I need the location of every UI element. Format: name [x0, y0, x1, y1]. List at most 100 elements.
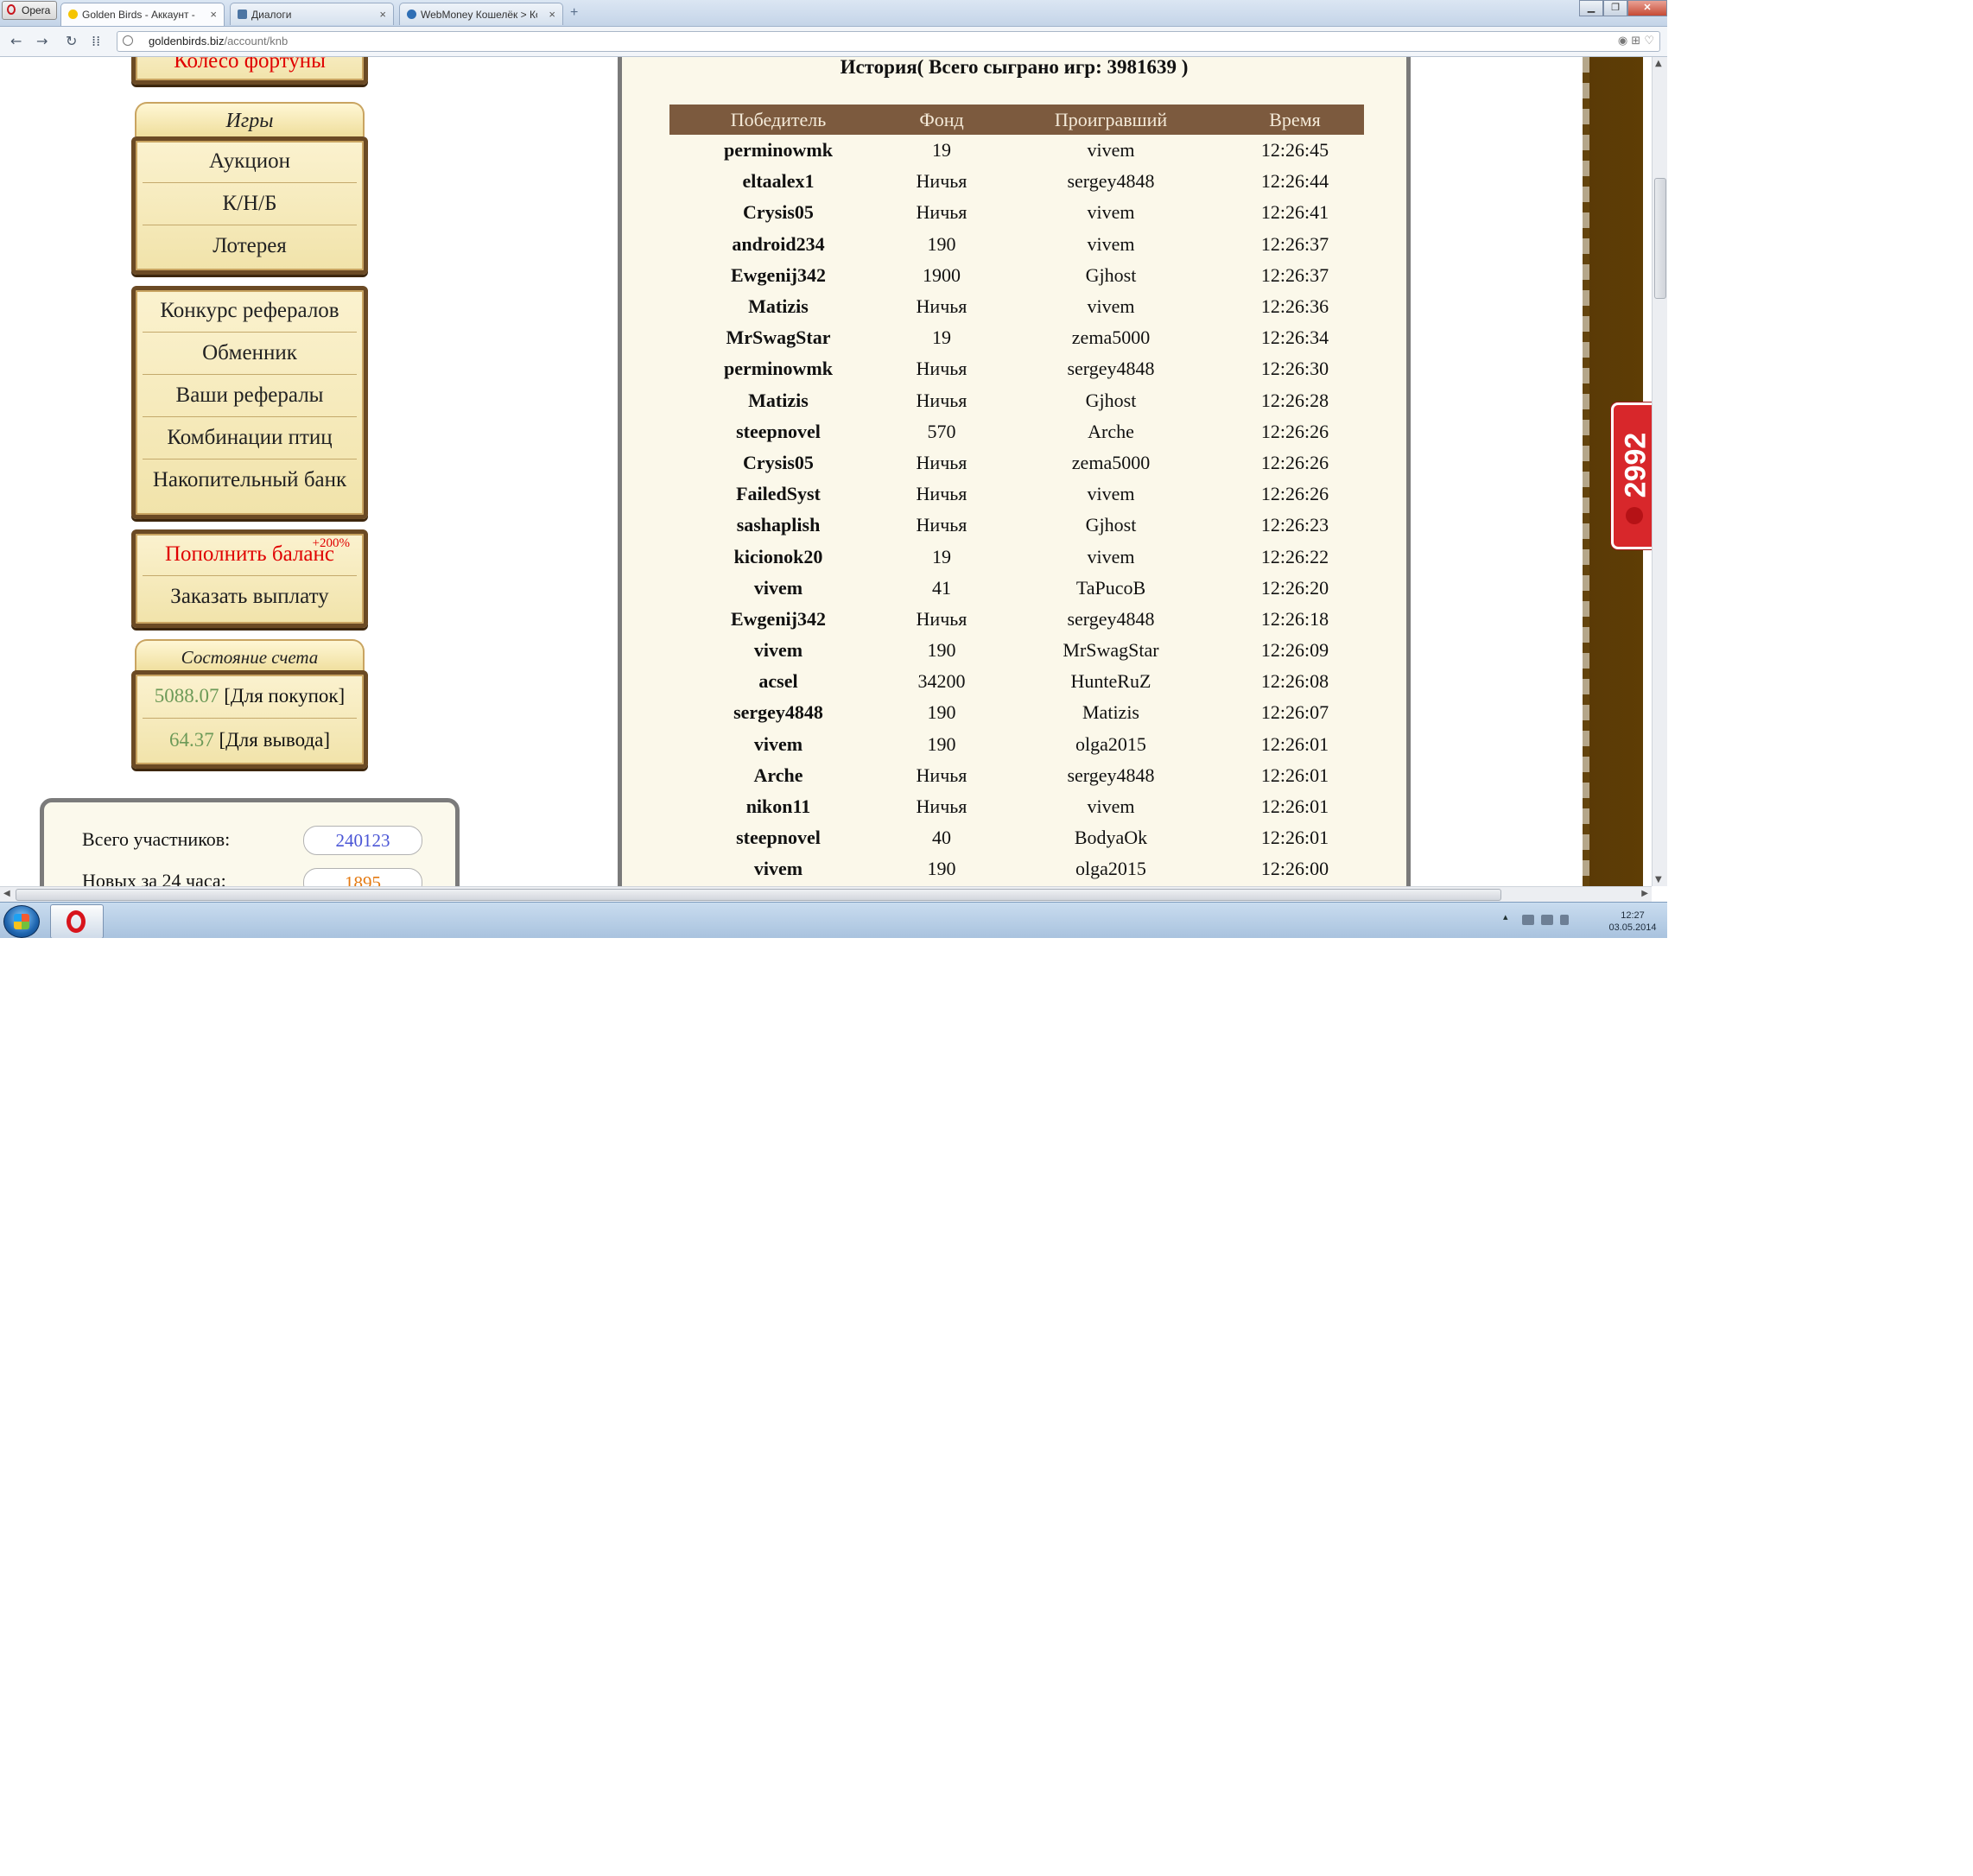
winner-cell[interactable]: vivem: [669, 573, 887, 604]
winner-cell[interactable]: steepnovel: [669, 822, 887, 853]
loser-cell[interactable]: Gjhost: [996, 260, 1226, 291]
loser-cell[interactable]: olga2015: [996, 729, 1226, 760]
close-tab-icon[interactable]: ×: [379, 8, 386, 21]
back-arrow-icon[interactable]: ←: [10, 33, 22, 49]
network-icon[interactable]: [1541, 915, 1553, 925]
winner-cell[interactable]: acsel: [669, 666, 887, 697]
winner-cell[interactable]: Matizis: [669, 291, 887, 322]
winner-cell[interactable]: nikon11: [669, 791, 887, 822]
winner-cell[interactable]: Crysis05: [669, 447, 887, 479]
close-tab-icon[interactable]: ×: [210, 8, 217, 21]
menu-item-deposit[interactable]: Пополнить баланс +200%: [143, 534, 357, 576]
column-winner: Победитель: [669, 105, 887, 135]
winner-cell[interactable]: Ewgenij342: [669, 604, 887, 635]
menu-item-savings-bank[interactable]: Накопительный банк: [143, 459, 357, 501]
loser-cell[interactable]: vivem: [996, 541, 1226, 572]
tab-dialogs[interactable]: Диалоги ×: [230, 3, 394, 25]
address-bar[interactable]: goldenbirds.biz/account/knb ◉ ⊞ ♡: [117, 31, 1660, 52]
vertical-scroll-thumb[interactable]: [1654, 178, 1666, 299]
winner-cell[interactable]: vivem: [669, 853, 887, 884]
forward-arrow-icon[interactable]: →: [36, 33, 48, 49]
winner-cell[interactable]: MrSwagStar: [669, 322, 887, 353]
taskbar-opera-button[interactable]: [50, 904, 104, 938]
winner-cell[interactable]: Arche: [669, 760, 887, 791]
horizontal-scroll-thumb[interactable]: [16, 889, 1501, 901]
menu-item-bird-combinations[interactable]: Комбинации птиц: [143, 417, 357, 459]
winner-cell[interactable]: eltaalex1: [669, 166, 887, 197]
winner-cell[interactable]: sashaplish: [669, 510, 887, 541]
winner-cell[interactable]: perminowmk: [669, 135, 887, 166]
volume-icon[interactable]: [1560, 915, 1569, 925]
loser-cell[interactable]: zema5000: [996, 322, 1226, 353]
winner-cell[interactable]: kicionok20: [669, 541, 887, 572]
loser-cell[interactable]: sergey4848: [996, 604, 1226, 635]
loser-cell[interactable]: vivem: [996, 791, 1226, 822]
system-clock[interactable]: 12:27 03.05.2014: [1607, 909, 1659, 934]
winner-cell[interactable]: vivem: [669, 635, 887, 666]
loser-cell[interactable]: sergey4848: [996, 166, 1226, 197]
bookmark-heart-icon[interactable]: ♡: [1644, 35, 1654, 48]
loser-cell[interactable]: vivem: [996, 291, 1226, 322]
speed-dial-icon[interactable]: ⁞⁞: [92, 33, 100, 49]
tab-grid-icon[interactable]: ⊞: [1631, 35, 1640, 48]
scroll-up-arrow-icon[interactable]: ▲: [1655, 59, 1662, 68]
new-tab-button[interactable]: +: [570, 5, 578, 21]
winner-cell[interactable]: FailedSyst: [669, 479, 887, 510]
loser-cell[interactable]: TaPucoB: [996, 573, 1226, 604]
menu-item-lottery[interactable]: Лотерея: [143, 225, 357, 267]
menu-item-fortune-wheel[interactable]: Колесо фортуны: [143, 57, 357, 79]
extension-icon[interactable]: ◉: [1618, 35, 1627, 48]
tab-webmoney[interactable]: WebMoney Кошелёк > Кош ×: [399, 3, 563, 25]
winner-cell[interactable]: vivem: [669, 729, 887, 760]
restore-icon[interactable]: ❐: [1603, 0, 1627, 16]
loser-cell[interactable]: Gjhost: [996, 510, 1226, 541]
scroll-left-arrow-icon[interactable]: ◀: [3, 889, 10, 898]
menu-item-auction[interactable]: Аукцион: [143, 141, 357, 183]
winner-cell[interactable]: steepnovel: [669, 416, 887, 447]
loser-cell[interactable]: vivem: [996, 479, 1226, 510]
menu-item-referral-contest[interactable]: Конкурс рефералов: [143, 290, 357, 333]
tab-golden-birds[interactable]: Golden Birds - Аккаунт - К ×: [60, 3, 225, 26]
winner-cell[interactable]: perminowmk: [669, 353, 887, 384]
menu-item-exchanger[interactable]: Обменник: [143, 333, 357, 375]
loser-cell[interactable]: Matizis: [996, 697, 1226, 728]
loser-cell[interactable]: vivem: [996, 197, 1226, 228]
opera-menu-button[interactable]: Opera: [2, 1, 57, 20]
loser-cell[interactable]: vivem: [996, 135, 1226, 166]
loser-cell[interactable]: zema5000: [996, 447, 1226, 479]
winner-cell[interactable]: Crysis05: [669, 197, 887, 228]
menu-item-rps[interactable]: К/Н/Б: [143, 183, 357, 225]
tray-flag-icon[interactable]: [1522, 915, 1534, 925]
loser-cell[interactable]: vivem: [996, 229, 1226, 260]
site-info-icon[interactable]: [123, 35, 133, 46]
reload-icon[interactable]: ↻: [66, 33, 77, 49]
loser-cell[interactable]: MrSwagStar: [996, 635, 1226, 666]
window-close-icon[interactable]: ✕: [1627, 0, 1667, 16]
winner-cell[interactable]: Matizis: [669, 385, 887, 416]
menu-item-your-referrals[interactable]: Ваши рефералы: [143, 375, 357, 417]
fund-cell: Ничья: [916, 358, 967, 380]
winner-cell[interactable]: android234: [669, 229, 887, 260]
menu-item-withdraw[interactable]: Заказать выплату: [143, 576, 357, 618]
winner-cell[interactable]: Ewgenij342: [669, 260, 887, 291]
online-counter-widget[interactable]: 2992: [1611, 402, 1652, 549]
column-loser: Проигравший: [996, 105, 1226, 135]
horizontal-scrollbar[interactable]: ◀ ▶: [0, 886, 1652, 903]
minimize-icon[interactable]: ▁: [1579, 0, 1603, 16]
close-tab-icon[interactable]: ×: [549, 8, 555, 21]
vertical-scrollbar[interactable]: ▲ ▼: [1652, 57, 1667, 886]
loser-cell[interactable]: HunteRuZ: [996, 666, 1226, 697]
loser-cell[interactable]: Gjhost: [996, 385, 1226, 416]
loser-cell[interactable]: olga2015: [996, 853, 1226, 884]
url-host: goldenbirds.biz: [149, 35, 225, 48]
loser-cell[interactable]: sergey4848: [996, 760, 1226, 791]
loser-cell[interactable]: BodyaOk: [996, 822, 1226, 853]
loser-cell[interactable]: Arche: [996, 416, 1226, 447]
history-row: Arche Ничья sergey4848 12:26:01: [669, 760, 1364, 791]
tray-expand-icon[interactable]: ▴: [1503, 911, 1510, 922]
scroll-right-arrow-icon[interactable]: ▶: [1641, 889, 1648, 898]
scroll-down-arrow-icon[interactable]: ▼: [1655, 875, 1662, 884]
loser-cell[interactable]: sergey4848: [996, 353, 1226, 384]
winner-cell[interactable]: sergey4848: [669, 697, 887, 728]
start-button[interactable]: [3, 905, 40, 938]
